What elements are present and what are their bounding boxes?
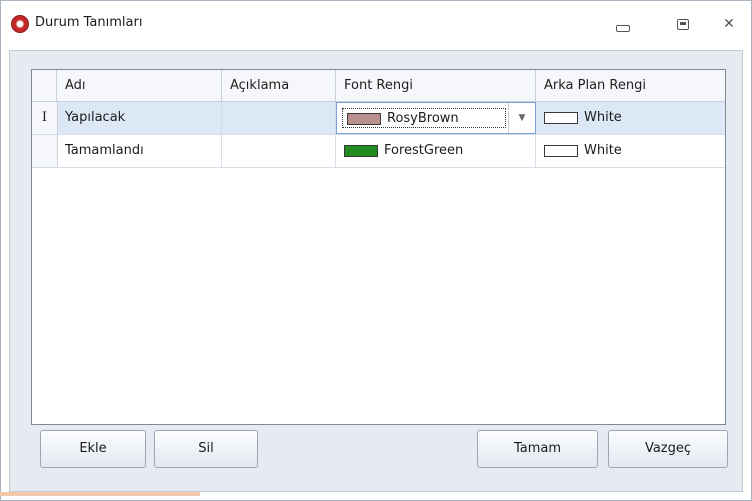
color-name: RosyBrown [387,111,459,126]
color-swatch [544,111,578,124]
cell-name[interactable]: Tamamlandı [57,135,222,167]
bottom-edge-strip [0,492,200,496]
grid-header: Adı Açıklama Font Rengi Arka Plan Rengi [32,70,725,102]
app-lifebuoy-icon [11,15,29,33]
delete-button[interactable]: Sil [154,430,258,468]
table-row[interactable]: Tamamlandı ForestGreen White [32,135,725,168]
minimize-icon[interactable] [611,14,635,34]
color-dropdown[interactable]: RosyBrown ▼ [336,102,536,134]
window-title: Durum Tanımları [35,15,143,30]
color-name: White [584,110,622,125]
add-button[interactable]: Ekle [40,430,146,468]
color-swatch [347,112,381,125]
column-header-name[interactable]: Adı [57,70,222,101]
column-header-font-color[interactable]: Font Rengi [336,70,536,101]
title-bar[interactable]: Durum Tanımları ✕ [1,1,751,51]
ok-button[interactable]: Tamam [477,430,598,468]
cell-background-color[interactable]: White [536,102,725,134]
cell-description[interactable] [222,102,336,134]
cell-description[interactable] [222,135,336,167]
color-name: ForestGreen [384,143,464,158]
row-indicator [32,135,58,167]
column-header-description[interactable]: Açıklama [222,70,336,101]
font-color-editor[interactable]: RosyBrown ▼ [336,102,536,134]
color-dropdown-value[interactable]: RosyBrown [342,108,506,128]
header-indicator-cell [32,70,57,101]
cell-name[interactable]: Yapılacak [57,102,222,134]
table-row[interactable]: I Yapılacak RosyBrown ▼ White [32,102,725,135]
color-swatch [544,144,578,157]
chevron-down-icon[interactable]: ▼ [508,103,535,133]
status-grid[interactable]: Adı Açıklama Font Rengi Arka Plan Rengi … [31,69,726,425]
cancel-button[interactable]: Vazgeç [608,430,728,468]
maximize-icon[interactable] [671,14,695,34]
color-swatch [344,144,378,157]
column-header-background-color[interactable]: Arka Plan Rengi [536,70,725,101]
cell-font-color[interactable]: ForestGreen [336,135,536,167]
color-name: White [584,143,622,158]
cell-background-color[interactable]: White [536,135,725,167]
row-edit-indicator: I [32,102,58,134]
close-icon[interactable]: ✕ [717,14,741,34]
